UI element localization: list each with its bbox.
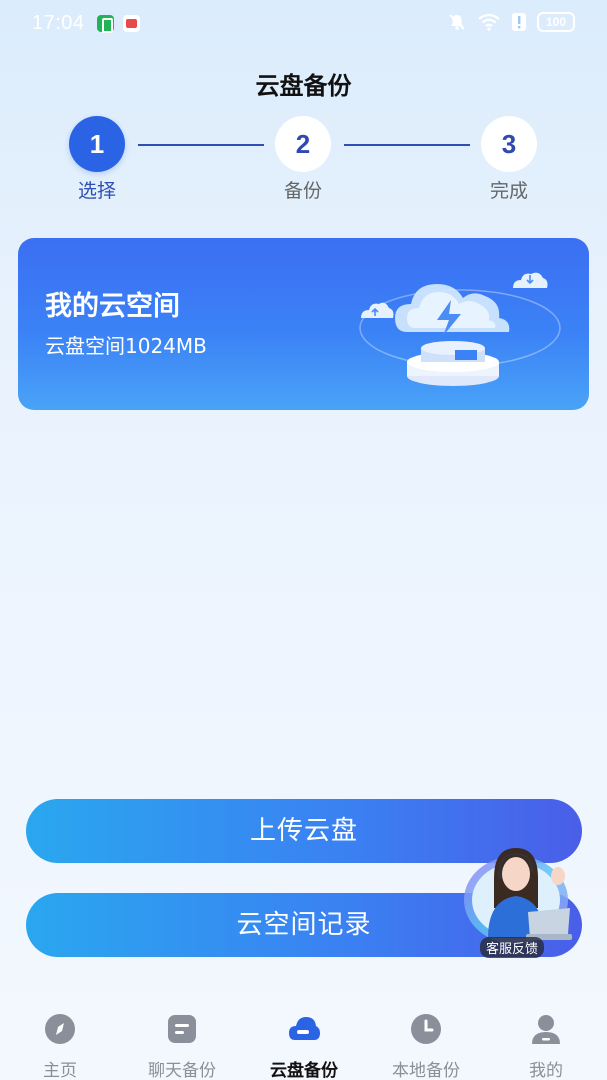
step-connector [344,144,470,146]
progress-stepper: 1 选择 2 备份 3 完成 [0,116,607,202]
nav-label: 主页 [43,1061,77,1080]
status-time: 17:04 [32,12,85,34]
page-title: 云盘备份 [255,72,352,100]
step-number: 3 [481,116,537,172]
nav-label: 云盘备份 [270,1061,338,1080]
step-label: 备份 [283,180,322,202]
chat-doc-icon [168,1015,196,1043]
step-label: 选择 [77,180,116,202]
cloud-capacity-text: 云盘空间1024MB [45,334,207,358]
my-cloud-space-card[interactable]: 我的云空间 云盘空间1024MB [18,238,589,410]
step-label: 完成 [489,180,528,202]
card-title: 我的云空间 [45,291,180,322]
step-complete: 3 完成 [469,116,549,203]
cloud-storage-illustration [359,272,561,386]
nav-item-cloud-backup[interactable]: 云盘备份 [249,1012,359,1080]
step-select: 1 选择 [57,116,137,203]
support-feedback-label: 客服反馈 [480,937,545,958]
person-icon [532,1015,560,1044]
step-connector [138,144,264,146]
step-number: 2 [275,116,331,172]
nav-item-profile[interactable]: 我的 [491,1012,601,1080]
wifi-icon [478,13,500,31]
hourglass-app-icon [97,15,114,33]
nav-label: 我的 [529,1061,563,1080]
notification-app-icon [123,15,140,32]
nav-item-chat-backup[interactable]: 聊天备份 [127,1012,237,1080]
cloud-icon [289,1017,320,1040]
nav-item-local-backup[interactable]: 本地备份 [371,1012,481,1080]
status-bar: 17:04 100 [0,0,607,48]
step-number: 1 [69,116,125,172]
bottom-navigation: 主页 聊天备份 云盘备份 本地备份 我的 [0,1000,607,1080]
alert-sim-icon [512,13,526,31]
step-backup: 2 备份 [263,116,343,203]
support-agent-avatar [464,848,572,944]
customer-support-widget[interactable]: 客服反馈 [458,838,576,960]
mute-icon [449,14,465,30]
compass-icon [45,1014,75,1044]
nav-item-home[interactable]: 主页 [5,1012,115,1080]
battery-indicator: 100 [537,12,575,32]
nav-label: 本地备份 [392,1061,460,1080]
nav-label: 聊天备份 [148,1061,216,1080]
clock-icon [411,1014,441,1044]
